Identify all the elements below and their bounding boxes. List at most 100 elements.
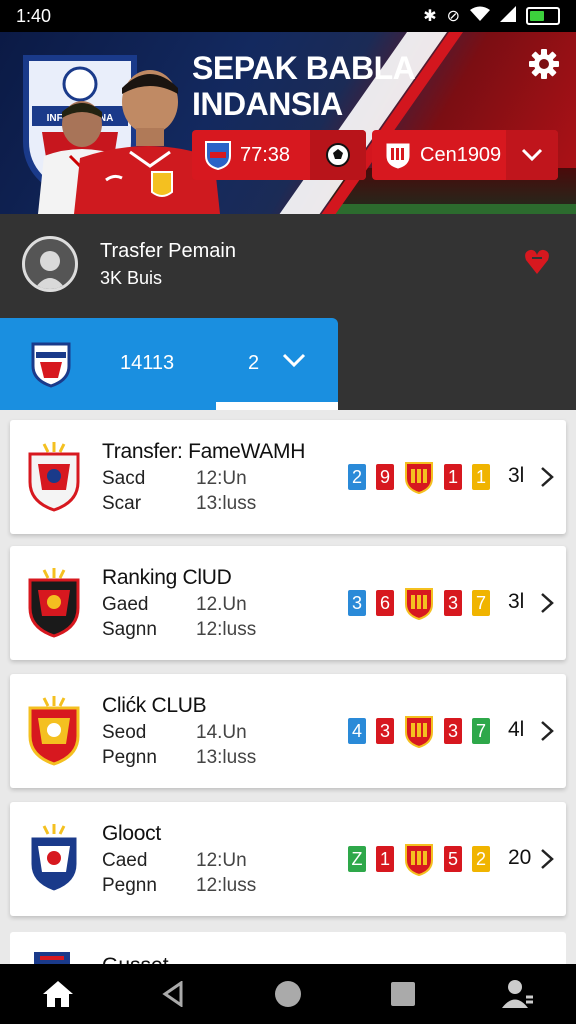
bluetooth-icon: ✱	[423, 8, 437, 25]
chevron-down-icon[interactable]	[282, 352, 306, 368]
club-total: 3l	[508, 464, 525, 487]
status-bar: 1:40 ✱ ⊘	[0, 0, 576, 32]
chevron-right-icon[interactable]	[540, 720, 554, 742]
home-circle-icon	[274, 981, 301, 1007]
club-row2-value: 13:luss	[196, 493, 257, 514]
list-item[interactable]: Ranking ClUD Gaed 12.Un Sagnn 12:luss 36…	[10, 546, 566, 660]
club-stats: 29 11	[348, 460, 490, 494]
wifi-icon	[470, 6, 490, 27]
club-title: Transfer: FameWAMH	[102, 440, 306, 463]
club-title: Ranking ClUD	[102, 566, 232, 589]
opponent-crest-icon	[405, 844, 433, 876]
club-row1-value: 12:Un	[196, 850, 247, 871]
team-code: 14113	[120, 352, 175, 374]
away-team-crest-icon	[386, 143, 410, 169]
account-icon	[502, 980, 534, 1008]
club-row2-label: Scar	[102, 493, 142, 514]
club-row2-value: 13:luss	[196, 747, 257, 768]
opponent-crest-icon	[405, 716, 433, 748]
club-total: 4l	[508, 718, 525, 741]
opponent-crest-icon	[405, 588, 433, 620]
stat-badge: 9	[376, 464, 394, 490]
no-sound-icon: ⊘	[446, 8, 460, 25]
club-stats: 3637	[348, 586, 490, 620]
club-selector-label: Cen1909	[420, 143, 502, 166]
nav-home-circle-button[interactable]	[258, 964, 318, 1024]
home-icon	[42, 981, 73, 1007]
nav-home-button[interactable]	[28, 964, 88, 1024]
club-row1-value: 14.Un	[196, 722, 247, 743]
club-title: Glooct	[102, 822, 161, 845]
list-item[interactable]: Clićk CLUB Seod 14.Un Pegnn 13:luss 4337…	[10, 674, 566, 788]
app-title: SEPAK BABLA INDANSIA	[192, 50, 416, 122]
section-subtitle: 3K Buis	[100, 268, 163, 288]
stat-badge: Z	[348, 846, 366, 872]
favorite-heart-icon[interactable]	[524, 246, 550, 276]
pitch-strip	[330, 204, 576, 214]
club-title: Clićk CLUB	[102, 694, 207, 717]
club-row1-label: Sacd	[102, 468, 146, 489]
chevron-down-icon	[506, 130, 558, 180]
team-count: 2	[248, 352, 260, 374]
club-stats: Z1 52	[348, 842, 490, 876]
back-icon	[162, 981, 183, 1007]
recents-icon	[391, 982, 416, 1006]
club-row2-label: Sagnn	[102, 619, 157, 640]
ball-icon-cell	[310, 130, 366, 180]
nav-recents-button[interactable]	[373, 964, 433, 1024]
club-row1-label: Caed	[102, 850, 148, 871]
hero-banner: INFEREMANA SEPAK BABLA INDANSIA	[0, 32, 576, 214]
chevron-right-icon[interactable]	[540, 848, 554, 870]
status-icons: ✱ ⊘	[423, 5, 560, 27]
club-row1-value: 12:Un	[196, 468, 247, 489]
club-stats: 4337	[348, 714, 490, 748]
stat-badge: 1	[444, 464, 462, 490]
club-total: 3l	[508, 590, 525, 613]
club-logo	[28, 824, 80, 894]
transfer-section-header[interactable]: Trasfer Pemain 3K Buis	[0, 214, 576, 318]
match-score-button[interactable]: 77:38	[192, 130, 366, 180]
club-selector-dropdown[interactable]: Cen1909	[372, 130, 558, 180]
stat-badge: 3	[348, 590, 366, 616]
list-item[interactable]: Transfer: FameWAMH Sacd 12:Un Scar 13:lu…	[10, 420, 566, 534]
club-row1-value: 12.Un	[196, 594, 247, 615]
club-row2-label: Pegnn	[102, 747, 157, 768]
settings-gear-icon[interactable]	[528, 48, 560, 80]
battery-icon	[526, 7, 560, 25]
club-logo	[28, 696, 80, 766]
navigation-bar	[0, 964, 576, 1024]
stat-badge: 2	[348, 464, 366, 490]
club-row2-value: 12:luss	[196, 619, 257, 640]
stat-badge: 2	[472, 846, 490, 872]
club-total: 20	[508, 846, 532, 869]
soccer-ball-icon	[326, 143, 350, 167]
opponent-crest-icon	[405, 462, 433, 494]
stat-badge: 1	[472, 464, 490, 490]
section-title: Trasfer Pemain	[100, 240, 236, 262]
stat-badge: 6	[376, 590, 394, 616]
tab-active-indicator	[216, 402, 338, 410]
stat-badge: 3	[376, 718, 394, 744]
user-avatar-icon	[34, 251, 66, 289]
club-row2-value: 12:luss	[196, 875, 257, 896]
nav-account-button[interactable]	[488, 964, 548, 1024]
club-logo	[28, 568, 80, 638]
club-row1-label: Gaed	[102, 594, 149, 615]
nav-back-button[interactable]	[143, 964, 203, 1024]
list-item[interactable]: Glooct Caed 12:Un Pegnn 12:luss Z1 52 20	[10, 802, 566, 916]
stat-badge: 7	[472, 590, 490, 616]
team-filter-tab[interactable]: 14113 2	[0, 318, 338, 410]
stat-badge: 1	[376, 846, 394, 872]
signal-icon	[500, 5, 516, 27]
match-score: 77:38	[240, 143, 291, 166]
chevron-right-icon[interactable]	[540, 466, 554, 488]
status-time: 1:40	[16, 5, 52, 26]
stat-badge: 7	[472, 718, 490, 744]
avatar	[22, 236, 78, 292]
stat-badge: 5	[444, 846, 462, 872]
home-team-crest-icon	[205, 141, 231, 170]
chevron-right-icon[interactable]	[540, 592, 554, 614]
club-logo	[28, 442, 80, 512]
team-crest-icon	[31, 342, 71, 388]
club-row2-label: Pegnn	[102, 875, 157, 896]
